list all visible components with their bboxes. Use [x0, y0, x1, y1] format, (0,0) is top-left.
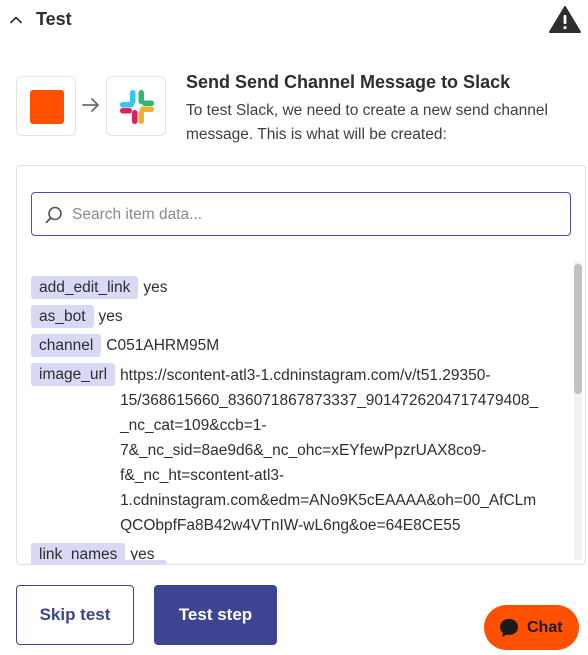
- step-title: Send Send Channel Message to Slack: [186, 72, 511, 92]
- search-icon: [45, 206, 62, 224]
- test-section-header[interactable]: Test: [0, 0, 588, 40]
- search-field[interactable]: [31, 192, 571, 236]
- field-key: add_edit_link: [31, 276, 139, 299]
- zapier-orange-square-icon: [30, 90, 64, 124]
- field-key: channel: [31, 334, 102, 357]
- field-list: add_edit_link yes as_bot yes channel C05…: [31, 276, 571, 564]
- target-app-icon-box: [106, 76, 166, 136]
- test-data-panel: add_edit_link yes as_bot yes channel C05…: [16, 165, 586, 565]
- slack-logo-icon: [120, 90, 154, 124]
- skip-test-button[interactable]: Skip test: [16, 585, 134, 645]
- field-row: add_edit_link yes: [31, 276, 571, 300]
- section-title: Test: [36, 9, 72, 29]
- field-key: as_bot: [31, 305, 94, 328]
- arrow-right-icon: [82, 98, 99, 112]
- chat-bubble-icon: [500, 618, 518, 637]
- field-key: image_url: [31, 363, 116, 386]
- field-row: channel C051AHRM95M: [31, 334, 571, 358]
- field-value: https://scontent-atl3-1.cdninstagram.com…: [120, 367, 539, 534]
- search-input[interactable]: [72, 203, 552, 227]
- source-app-icon-box: [16, 76, 76, 136]
- chat-label: Chat: [527, 618, 563, 636]
- test-step-button[interactable]: Test step: [154, 585, 277, 645]
- field-value: yes: [143, 279, 168, 296]
- field-row: image_url https://scontent-atl3-1.cdnins…: [31, 363, 571, 538]
- step-description: To test Slack, we need to create a new s…: [186, 102, 548, 143]
- field-value: C051AHRM95M: [106, 337, 220, 354]
- field-key-partial: [31, 560, 167, 564]
- chat-button[interactable]: Chat: [484, 605, 579, 650]
- warning-triangle-icon: [549, 6, 581, 33]
- chevron-up-icon[interactable]: [8, 12, 24, 28]
- scrollbar-thumb[interactable]: [574, 264, 582, 394]
- field-value: yes: [98, 308, 123, 325]
- field-row: as_bot yes: [31, 305, 571, 329]
- panel-scrollbar[interactable]: [574, 262, 582, 560]
